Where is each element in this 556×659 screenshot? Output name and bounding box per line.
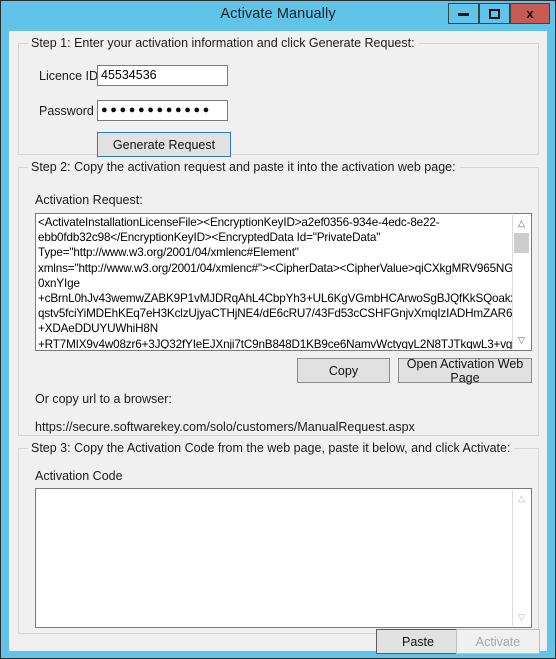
step2-legend: Step 2: Copy the activation request and … (28, 160, 460, 174)
scrollbar-thumb[interactable] (514, 233, 529, 253)
step1-group: Step 1: Enter your activation informatio… (18, 36, 539, 157)
licence-id-label: Licence ID (39, 69, 99, 83)
activation-request-text: <ActivateInstallationLicenseFile><Encryp… (38, 216, 512, 349)
step2-group: Step 2: Copy the activation request and … (18, 160, 539, 436)
title-bar[interactable]: Activate Manually x (1, 1, 555, 31)
activation-request-label: Activation Request: (35, 193, 143, 207)
maximize-button[interactable] (479, 3, 510, 24)
activate-button[interactable]: Activate (456, 629, 540, 654)
dialog-client-area: Step 1: Enter your activation informatio… (9, 31, 547, 654)
scroll-up-icon[interactable]: △ (513, 490, 530, 507)
close-icon: x (526, 6, 534, 21)
activate-manually-window: Activate Manually x Step 1: Enter your a… (0, 0, 556, 659)
step3-group: Step 3: Copy the Activation Code from th… (18, 441, 539, 634)
scroll-down-icon[interactable]: ▽ (513, 332, 530, 349)
minimize-icon (458, 13, 469, 16)
copy-button[interactable]: Copy (297, 358, 390, 383)
open-activation-web-page-button[interactable]: Open Activation Web Page (398, 357, 532, 385)
scroll-up-icon[interactable]: △ (513, 215, 530, 232)
activation-request-textarea[interactable]: <ActivateInstallationLicenseFile><Encryp… (35, 213, 532, 351)
licence-id-input[interactable]: 45534536 (97, 65, 228, 86)
activation-code-label: Activation Code (35, 469, 123, 483)
minimize-button[interactable] (448, 3, 479, 24)
password-input[interactable]: ●●●●●●●●●●●● (97, 100, 228, 121)
activation-url[interactable]: https://secure.softwarekey.com/solo/cust… (35, 420, 415, 434)
scroll-down-icon[interactable]: ▽ (513, 609, 530, 626)
activation-request-scrollbar[interactable]: △ ▽ (512, 215, 530, 349)
activation-code-textarea[interactable]: △ ▽ (35, 488, 532, 628)
url-label: Or copy url to a browser: (35, 392, 172, 406)
activation-code-scrollbar[interactable]: △ ▽ (512, 490, 530, 626)
activation-code-text (38, 490, 512, 626)
maximize-icon (489, 8, 500, 19)
close-button[interactable]: x (510, 3, 550, 24)
step3-legend: Step 3: Copy the Activation Code from th… (28, 441, 515, 455)
generate-request-button[interactable]: Generate Request (97, 132, 231, 157)
step1-legend: Step 1: Enter your activation informatio… (28, 36, 419, 50)
paste-button[interactable]: Paste (376, 629, 460, 654)
password-label: Password (39, 104, 94, 118)
